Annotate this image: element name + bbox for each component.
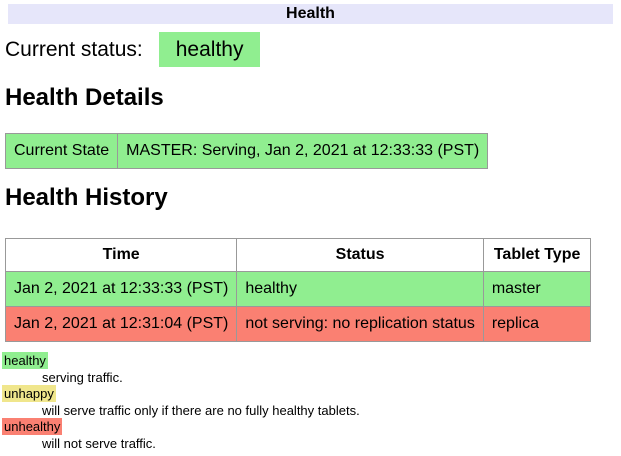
history-status-cell: healthy [237,272,483,307]
current-status-value: healthy [159,32,261,67]
table-row: Current State MASTER: Serving, Jan 2, 20… [6,134,488,169]
history-time-cell: Jan 2, 2021 at 12:33:33 (PST) [6,272,237,307]
legend-term: unhealthy [2,419,621,436]
page-title: Health [8,4,613,24]
current-state-label-cell: Current State [6,134,118,169]
legend-term-unhealthy: unhealthy [2,418,62,435]
column-header-time: Time [6,239,237,272]
history-status-cell: not serving: no replication status [237,307,483,342]
legend-description: will serve traffic only if there are no … [42,403,621,420]
legend-term: healthy [2,353,621,370]
current-status-line: Current status:healthy [5,38,621,62]
history-tablet-type-cell: replica [483,307,591,342]
health-history-heading: Health History [5,184,621,212]
legend-term-unhappy: unhappy [2,385,56,402]
history-tablet-type-cell: master [483,272,591,307]
health-details-heading: Health Details [5,84,621,112]
column-header-status: Status [237,239,483,272]
table-header-row: Time Status Tablet Type [6,239,591,272]
legend-description: will not serve traffic. [42,436,621,453]
history-time-cell: Jan 2, 2021 at 12:31:04 (PST) [6,307,237,342]
legend-description: serving traffic. [42,370,621,387]
table-row: Jan 2, 2021 at 12:33:33 (PST) healthy ma… [6,272,591,307]
current-status-label: Current status: [5,38,143,61]
health-history-table: Time Status Tablet Type Jan 2, 2021 at 1… [5,238,591,342]
column-header-tablet-type: Tablet Type [483,239,591,272]
current-state-value-cell: MASTER: Serving, Jan 2, 2021 at 12:33:33… [118,134,488,169]
legend-term-healthy: healthy [2,352,48,369]
table-row: Jan 2, 2021 at 12:31:04 (PST) not servin… [6,307,591,342]
legend-term: unhappy [2,386,621,403]
health-details-table: Current State MASTER: Serving, Jan 2, 20… [5,133,488,169]
health-legend: healthy serving traffic. unhappy will se… [2,353,621,452]
